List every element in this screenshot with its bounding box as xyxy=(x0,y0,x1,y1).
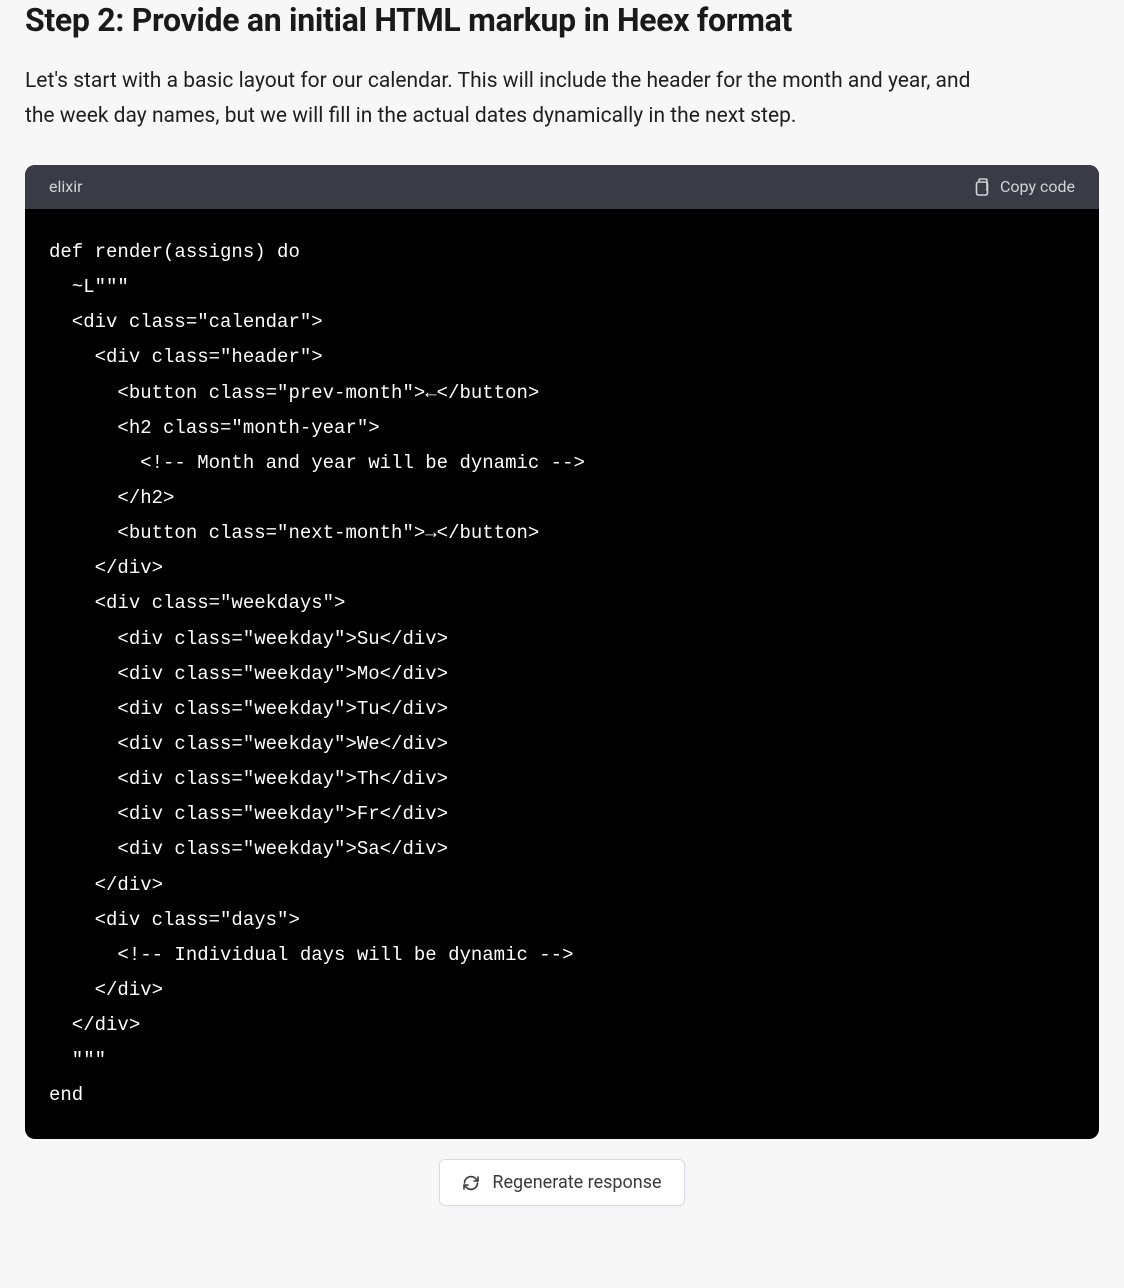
clipboard-icon xyxy=(972,177,990,197)
code-header: elixir Copy code xyxy=(25,165,1099,209)
intro-paragraph: Let's start with a basic layout for our … xyxy=(25,64,985,135)
copy-code-button[interactable]: Copy code xyxy=(972,177,1075,197)
regenerate-button[interactable]: Regenerate response xyxy=(439,1159,684,1206)
copy-code-label: Copy code xyxy=(1000,177,1075,196)
step-heading: Step 2: Provide an initial HTML markup i… xyxy=(25,0,1099,42)
regenerate-label: Regenerate response xyxy=(492,1172,661,1193)
code-language-label: elixir xyxy=(49,177,83,196)
code-block: elixir Copy code def render(assigns) do … xyxy=(25,165,1099,1140)
refresh-icon xyxy=(462,1174,480,1192)
code-content: def render(assigns) do ~L""" <div class=… xyxy=(25,209,1099,1140)
